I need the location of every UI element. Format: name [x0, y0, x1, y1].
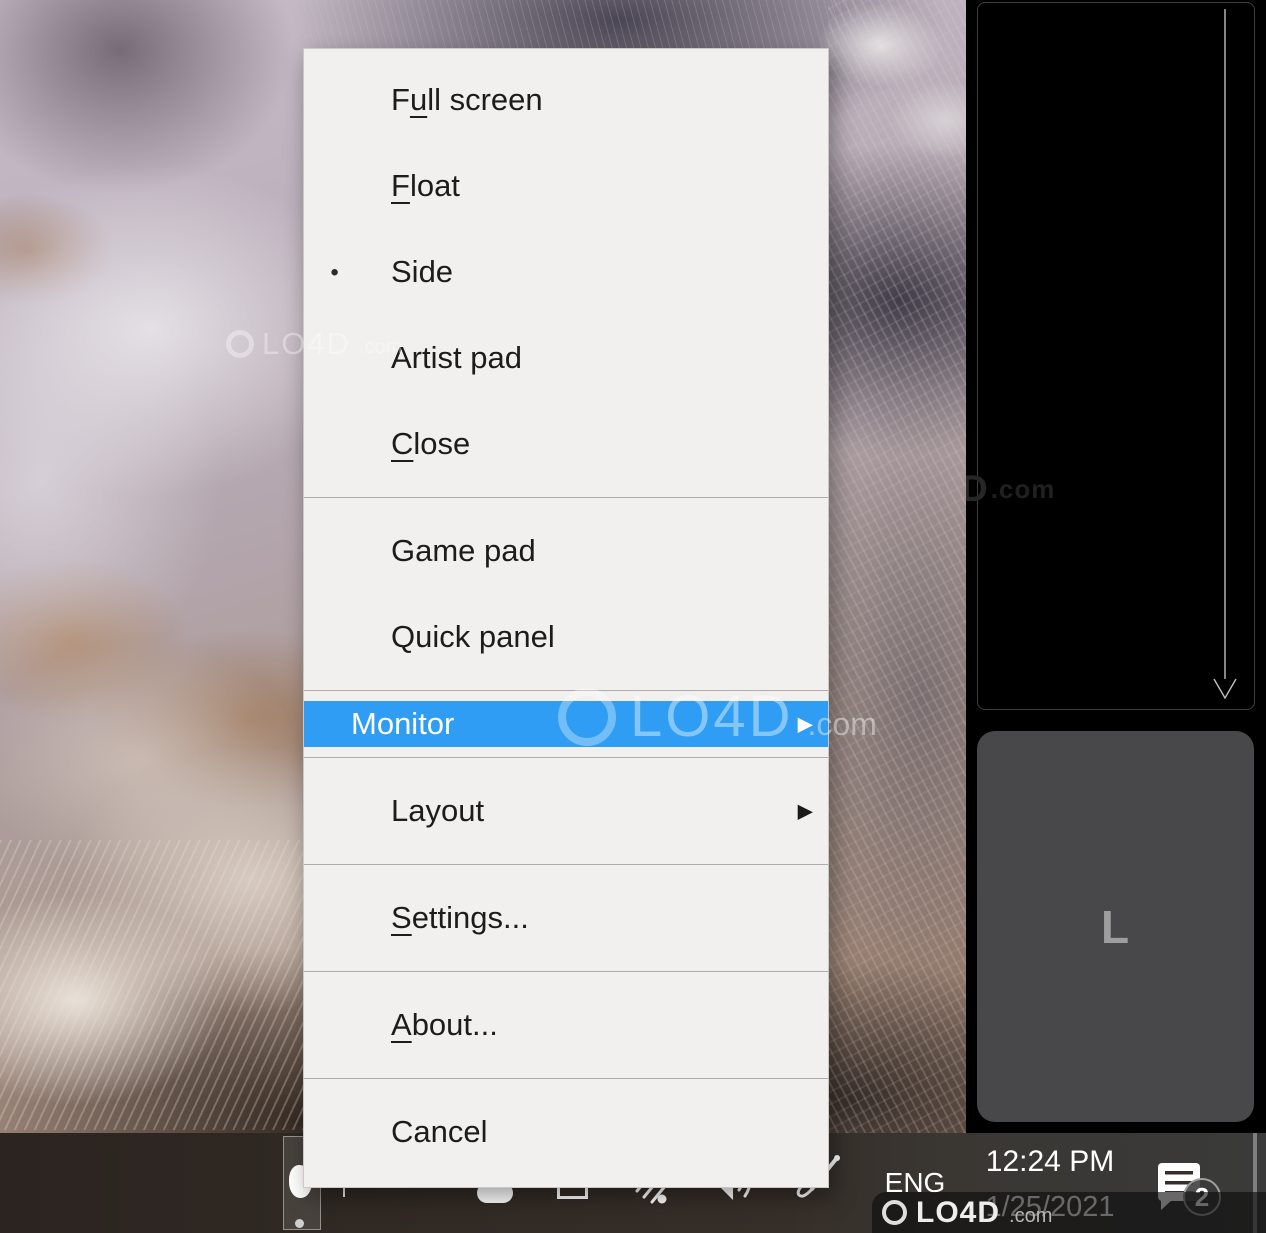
menu-item-layout[interactable]: Layout ▶ — [304, 768, 828, 854]
clock-time: 12:24 PM — [972, 1145, 1128, 1179]
menu-item-label: About... — [391, 1007, 498, 1043]
wallpaper-branch-texture-bottomleft — [0, 840, 310, 1130]
taskbar-clock[interactable]: 12:24 PM 1/25/2021 — [972, 1133, 1128, 1233]
wallpaper-branch-texture-top — [300, 0, 860, 48]
menu-item-settings[interactable]: Settings... — [304, 875, 828, 961]
menu-separator — [304, 757, 828, 758]
menu-item-label: Monitor — [351, 706, 454, 742]
side-panel-lower: L — [977, 731, 1254, 1122]
menu-item-label: Quick panel — [391, 619, 555, 655]
clock-date: 1/25/2021 — [972, 1191, 1128, 1224]
scroll-down-indicator-icon[interactable] — [1212, 7, 1238, 707]
menu-separator — [304, 864, 828, 865]
menu-item-label: Full screen — [391, 82, 543, 118]
menu-item-monitor[interactable]: Monitor ▶ — [304, 701, 828, 747]
notification-badge: 2 — [1183, 1178, 1221, 1216]
submenu-arrow-icon: ▶ — [798, 799, 813, 824]
menu-item-side[interactable]: ● Side — [304, 229, 828, 315]
submenu-arrow-icon: ▶ — [798, 712, 813, 737]
language-indicator[interactable]: ENG — [872, 1133, 958, 1233]
taskbar-edge-sliver — [1253, 1133, 1257, 1233]
side-region: L LO4D.com — [966, 0, 1266, 1233]
panel-letter-label: L — [1101, 900, 1130, 954]
menu-separator — [304, 497, 828, 498]
side-panel-upper — [977, 2, 1255, 710]
menu-item-full-screen[interactable]: Full screen — [304, 57, 828, 143]
menu-item-quick-panel[interactable]: Quick panel — [304, 594, 828, 680]
pen-icon-dot — [295, 1219, 304, 1228]
radio-selected-icon: ● — [330, 264, 339, 281]
wallpaper-branch-texture-right — [828, 0, 966, 1133]
context-menu[interactable]: Full screen Float ● Side Artist pad Close Game… — [303, 48, 829, 1188]
menu-separator — [304, 971, 828, 972]
menu-item-label: Settings... — [391, 900, 529, 936]
menu-item-label: Cancel — [391, 1114, 488, 1150]
menu-item-label: Side — [391, 254, 453, 290]
menu-separator — [304, 690, 828, 691]
menu-item-label: Game pad — [391, 533, 536, 569]
menu-item-label: Layout — [391, 793, 484, 829]
menu-item-label: Close — [391, 426, 470, 462]
desktop-screen: L LO4D.com ENG — [0, 0, 1266, 1233]
menu-item-cancel[interactable]: Cancel — [304, 1089, 828, 1175]
menu-item-float[interactable]: Float — [304, 143, 828, 229]
menu-item-game-pad[interactable]: Game pad — [304, 508, 828, 594]
menu-item-label: Artist pad — [391, 340, 522, 376]
menu-item-artist-pad[interactable]: Artist pad — [304, 315, 828, 401]
menu-item-about[interactable]: About... — [304, 982, 828, 1068]
menu-item-close[interactable]: Close — [304, 401, 828, 487]
menu-separator — [304, 1078, 828, 1079]
menu-item-label: Float — [391, 168, 460, 204]
